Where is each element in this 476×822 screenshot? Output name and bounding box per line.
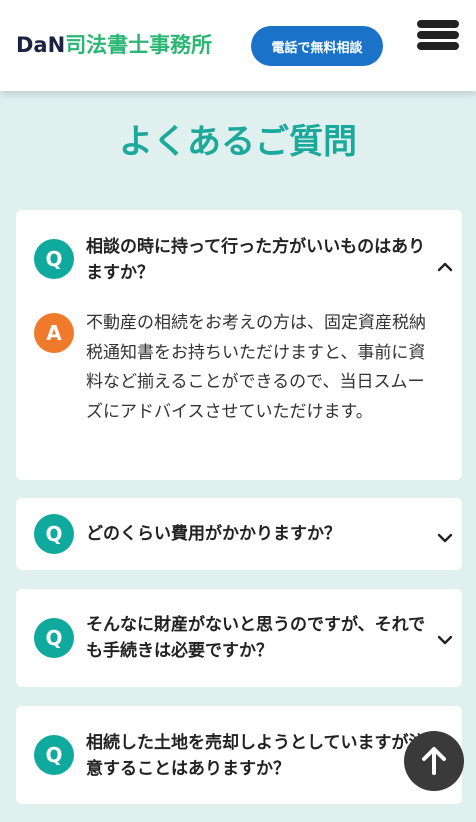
answer-badge: A (34, 313, 74, 353)
faq-item[interactable]: Q そんなに財産がないと思うのですが、それでも手続きは必要ですか？ (16, 589, 462, 687)
free-phone-consultation-button[interactable]: 電話で無料相談 (251, 26, 383, 66)
site-header: DaN司法書士事務所 電話で無料相談 (0, 0, 476, 91)
faq-question[interactable]: 相談の時に持って行った方がいいものはありますか？ (86, 234, 426, 286)
site-logo[interactable]: DaN司法書士事務所 (16, 31, 212, 59)
faq-question[interactable]: どのくらい費用がかかりますか？ (86, 521, 426, 547)
faq-item[interactable]: Q どのくらい費用がかかりますか？ (16, 498, 462, 570)
faq-item: Q 相談の時に持って行った方がいいものはありますか？ A 不動産の相続をお考えの… (16, 210, 462, 480)
chevron-down-icon[interactable] (436, 634, 454, 646)
faq-answer: 不動産の相続をお考えの方は、固定資産税納税通知書をお持ちいただけますと、事前に資… (86, 313, 426, 422)
question-badge: Q (34, 735, 74, 775)
logo-office-name: 司法書士事務所 (65, 33, 213, 57)
question-badge: Q (34, 514, 74, 554)
chevron-up-icon[interactable] (436, 261, 454, 273)
back-to-top-button[interactable] (404, 731, 464, 791)
chevron-down-icon[interactable] (436, 532, 454, 544)
logo-brand: DaN (16, 33, 66, 57)
arrow-up-icon (422, 747, 446, 775)
faq-question[interactable]: 相続した土地を売却しようとしていますが注意することはありますか？ (86, 730, 426, 782)
question-badge: Q (34, 618, 74, 658)
hamburger-icon[interactable] (417, 20, 459, 50)
faq-question[interactable]: そんなに財産がないと思うのですが、それでも手続きは必要ですか？ (86, 612, 426, 664)
question-badge: Q (34, 239, 74, 279)
faq-section-title: よくあるご質問 (119, 122, 357, 162)
faq-item[interactable]: Q 相続した土地を売却しようとしていますが注意することはありますか？ (16, 706, 462, 804)
